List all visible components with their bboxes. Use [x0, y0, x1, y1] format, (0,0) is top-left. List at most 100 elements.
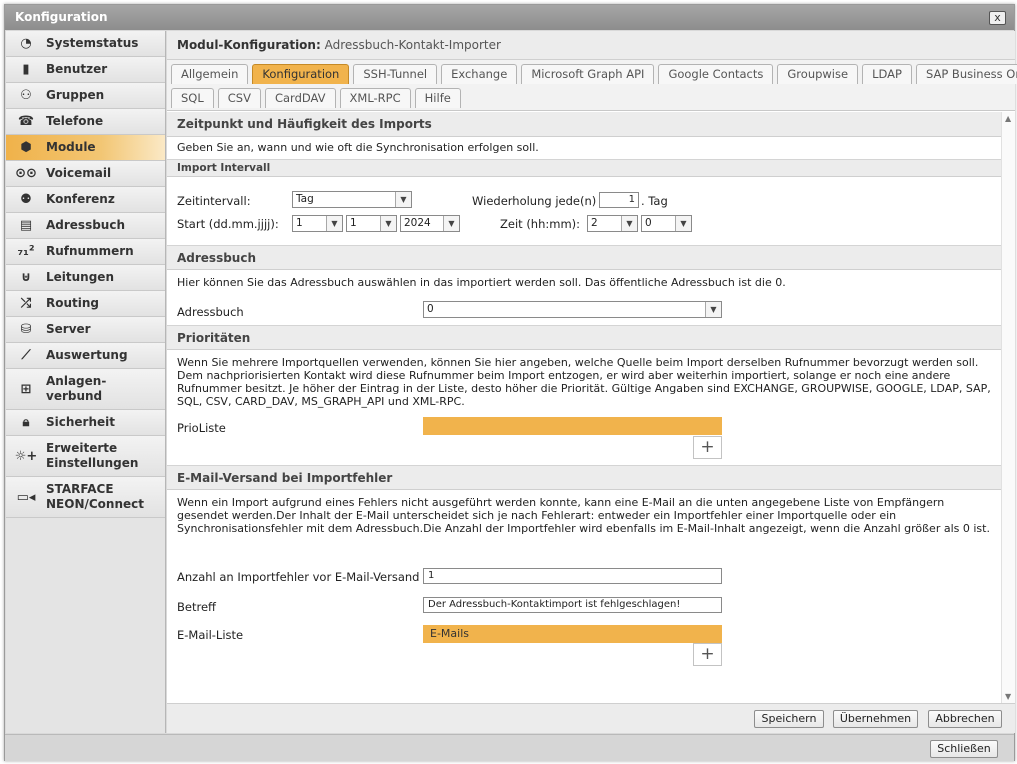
sidebar-item-label-line1: Anlagen-: [46, 374, 107, 388]
start-day-value: 1: [296, 217, 303, 229]
sidebar-item-telefone[interactable]: ☎ Telefone: [6, 109, 165, 135]
tab-sap-business-one[interactable]: SAP Business One: [915, 64, 1017, 84]
sidebar-item-benutzer[interactable]: ▮ Benutzer: [6, 57, 165, 83]
adressbuch-select[interactable]: 0 ▼: [423, 301, 722, 318]
module-header-key: Modul-Konfiguration:: [177, 38, 321, 52]
tab-hilfe[interactable]: Hilfe: [414, 88, 461, 108]
tab-exchange[interactable]: Exchange: [441, 64, 518, 84]
add-prio-button[interactable]: +: [693, 436, 722, 459]
tab-microsoft-graph-api[interactable]: Microsoft Graph API: [521, 64, 655, 84]
sidebar-item-label: Benutzer: [46, 62, 108, 76]
chevron-down-icon: ▼: [675, 216, 691, 231]
adressbuch-label: Adressbuch: [177, 305, 244, 319]
sidebar-item-gruppen[interactable]: ⚇ Gruppen: [6, 83, 165, 109]
sidebar-item-adressbuch[interactable]: ▤ Adressbuch: [6, 213, 165, 239]
tab-ssh-tunnel[interactable]: SSH-Tunnel: [353, 64, 438, 84]
close-icon[interactable]: x: [989, 11, 1006, 25]
start-year-select[interactable]: 2024 ▼: [400, 215, 460, 232]
section-adressbuch: Adressbuch Hier können Sie das Adressbuc…: [167, 245, 1001, 326]
wiederholung-input[interactable]: 1: [599, 192, 639, 208]
sidebar-item-erweiterte-einstellungen[interactable]: ☼+ Erweiterte Einstellungen: [6, 436, 165, 477]
module-header-value: Adressbuch-Kontakt-Importer: [324, 38, 501, 52]
betreff-input[interactable]: Der Adressbuch-Kontaktimport ist fehlges…: [423, 597, 722, 613]
section-description: Wenn Sie mehrere Importquellen verwenden…: [177, 356, 991, 408]
sidebar-item-anlagenverbund[interactable]: ⊞ Anlagen- verbund: [6, 369, 165, 410]
numbers-icon: ₇₁²: [17, 244, 35, 259]
tab-allgemein[interactable]: Allgemein: [171, 64, 249, 84]
voicemail-icon: ⊙⊙: [15, 166, 37, 181]
section-title: Prioritäten: [167, 325, 1001, 350]
tab-csv[interactable]: CSV: [217, 88, 261, 108]
sidebar-item-starface-neon-connect[interactable]: ▭◂ STARFACE NEON/Connect: [6, 477, 165, 518]
tab-carddav[interactable]: CardDAV: [264, 88, 336, 108]
sidebar-item-konferenz[interactable]: ⚉ Konferenz: [6, 187, 165, 213]
sidebar-item-voicemail[interactable]: ⊙⊙ Voicemail: [6, 161, 165, 187]
server-icon: ⛁: [20, 322, 32, 337]
sidebar-item-leitungen[interactable]: ⊎ Leitungen: [6, 265, 165, 291]
tab-groupwise[interactable]: Groupwise: [777, 64, 859, 84]
sidebar-item-sicherheit[interactable]: 🔒︎ Sicherheit: [6, 410, 165, 436]
start-day-select[interactable]: 1 ▼: [292, 215, 343, 232]
section-title: Adressbuch: [167, 245, 1001, 270]
zeit-hour-select[interactable]: 2 ▼: [587, 215, 638, 232]
window-footer: Schließen: [5, 734, 1014, 761]
action-bar: Speichern Übernehmen Abbrechen: [167, 703, 1015, 733]
sidebar-item-label: Leitungen: [46, 270, 114, 284]
sidebar-item-label-line1: Erweiterte: [46, 441, 118, 455]
tab-xml-rpc[interactable]: XML-RPC: [339, 88, 411, 108]
zeitintervall-value: Tag: [296, 193, 314, 205]
scroll-down-icon[interactable]: ▼: [1005, 692, 1011, 701]
sidebar-item-rufnummern[interactable]: ₇₁² Rufnummern: [6, 239, 165, 265]
sidebar-item-label-line1: STARFACE: [46, 482, 114, 496]
sidebar-item-label: Sicherheit: [46, 415, 115, 429]
sidebar-item-module[interactable]: ⬢ Module: [6, 135, 165, 161]
zeit-hour-value: 2: [591, 217, 598, 229]
sidebar-item-label: Auswertung: [46, 348, 128, 362]
configuration-window: Konfiguration x ◔ Systemstatus ▮ Benutze…: [4, 4, 1017, 761]
camera-icon: ▭◂: [16, 489, 36, 505]
network-icon: ⊞: [20, 381, 32, 397]
wiederholung-unit: . Tag: [641, 194, 668, 208]
content-scrollbar[interactable]: ▲ ▼: [1001, 112, 1015, 703]
start-label: Start (dd.mm.jjjj):: [177, 217, 279, 231]
add-email-button[interactable]: +: [693, 643, 722, 666]
betreff-label: Betreff: [177, 600, 216, 614]
tab-sql[interactable]: SQL: [171, 88, 214, 108]
zeitintervall-select[interactable]: Tag ▼: [292, 191, 412, 208]
sidebar-item-auswertung[interactable]: ⟋ Auswertung: [6, 343, 165, 369]
lines-icon: ⊎: [20, 270, 32, 285]
prioliste-list[interactable]: [423, 417, 722, 435]
zeitintervall-label: Zeitintervall:: [177, 194, 251, 208]
sidebar-item-label: Systemstatus: [46, 36, 139, 50]
sidebar-item-label: Routing: [46, 296, 100, 310]
sidebar-item-label: Konferenz: [46, 192, 115, 206]
save-button[interactable]: Speichern: [754, 710, 824, 728]
tab-konfiguration[interactable]: Konfiguration: [252, 64, 350, 84]
close-button[interactable]: Schließen: [930, 740, 998, 758]
wiederholung-label: Wiederholung jede(n): [472, 194, 597, 208]
zeit-minute-value: 0: [645, 217, 652, 229]
tab-row-1: Allgemein Konfiguration SSH-Tunnel Excha…: [171, 64, 1017, 84]
start-month-select[interactable]: 1 ▼: [346, 215, 397, 232]
sidebar-item-systemstatus[interactable]: ◔ Systemstatus: [6, 31, 165, 57]
email-liste-list[interactable]: E-Mails: [423, 625, 722, 643]
sidebar-item-label: Telefone: [46, 114, 104, 128]
section-description: Geben Sie an, wann und wie oft die Synch…: [177, 141, 539, 154]
zeit-minute-select[interactable]: 0 ▼: [641, 215, 692, 232]
sidebar-item-label: Erweiterte Einstellungen: [46, 441, 138, 471]
sidebar-item-label: STARFACE NEON/Connect: [46, 482, 144, 512]
apply-button[interactable]: Übernehmen: [833, 710, 918, 728]
sidebar-item-server[interactable]: ⛁ Server: [6, 317, 165, 343]
cancel-button[interactable]: Abbrechen: [928, 710, 1002, 728]
chart-icon: ⟋: [21, 348, 31, 363]
section-description: Hier können Sie das Adressbuch auswählen…: [177, 276, 786, 289]
scroll-up-icon[interactable]: ▲: [1005, 114, 1011, 123]
tab-ldap[interactable]: LDAP: [862, 64, 912, 84]
tab-google-contacts[interactable]: Google Contacts: [658, 64, 774, 84]
anzahl-input[interactable]: 1: [423, 568, 722, 584]
section-title: E-Mail-Versand bei Importfehler: [167, 465, 1001, 490]
cube-icon: ⬢: [20, 140, 32, 155]
sidebar: ◔ Systemstatus ▮ Benutzer ⚇ Gruppen ☎ Te…: [6, 31, 166, 733]
sidebar-item-routing[interactable]: ⤮ Routing: [6, 291, 165, 317]
conference-icon: ⚉: [20, 192, 32, 207]
